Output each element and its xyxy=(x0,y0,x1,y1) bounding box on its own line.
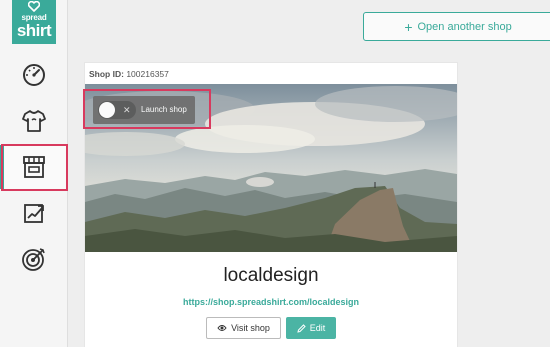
dashboard-gauge-icon xyxy=(23,64,45,86)
sidebar-item-goals[interactable] xyxy=(0,237,68,281)
edit-button[interactable]: Edit xyxy=(286,317,336,339)
spreadshirt-logo[interactable]: spread shirt xyxy=(12,0,56,44)
shop-url-link[interactable]: https://shop.spreadshirt.com/localdesign xyxy=(85,297,457,307)
tshirt-icon xyxy=(22,110,46,132)
highlight-box-shop-nav xyxy=(1,144,68,191)
shop-id: Shop ID: 100216357 xyxy=(89,69,169,79)
heart-icon xyxy=(28,1,40,12)
shop-id-label: Shop ID: xyxy=(89,69,124,79)
highlight-box-launch-shop xyxy=(83,89,211,129)
sidebar: spread shirt xyxy=(0,0,68,347)
logo-text-bottom: shirt xyxy=(16,21,52,40)
sidebar-item-dashboard[interactable] xyxy=(0,53,68,97)
shop-id-value: 100216357 xyxy=(126,69,169,79)
edit-label: Edit xyxy=(309,323,326,333)
open-another-shop-label: Open another shop xyxy=(417,20,512,33)
plus-icon: + xyxy=(404,18,413,35)
sidebar-item-products[interactable] xyxy=(0,99,68,143)
shop-name: localdesign xyxy=(223,265,319,286)
eye-icon xyxy=(217,325,227,331)
marketing-chart-icon xyxy=(24,204,44,223)
open-another-shop-button[interactable]: + Open another shop xyxy=(363,12,550,41)
visit-shop-button[interactable]: Visit shop xyxy=(206,317,281,339)
sidebar-item-marketing[interactable] xyxy=(0,191,68,235)
target-icon xyxy=(22,248,45,271)
visit-shop-label: Visit shop xyxy=(231,323,270,333)
pencil-icon xyxy=(297,323,306,333)
